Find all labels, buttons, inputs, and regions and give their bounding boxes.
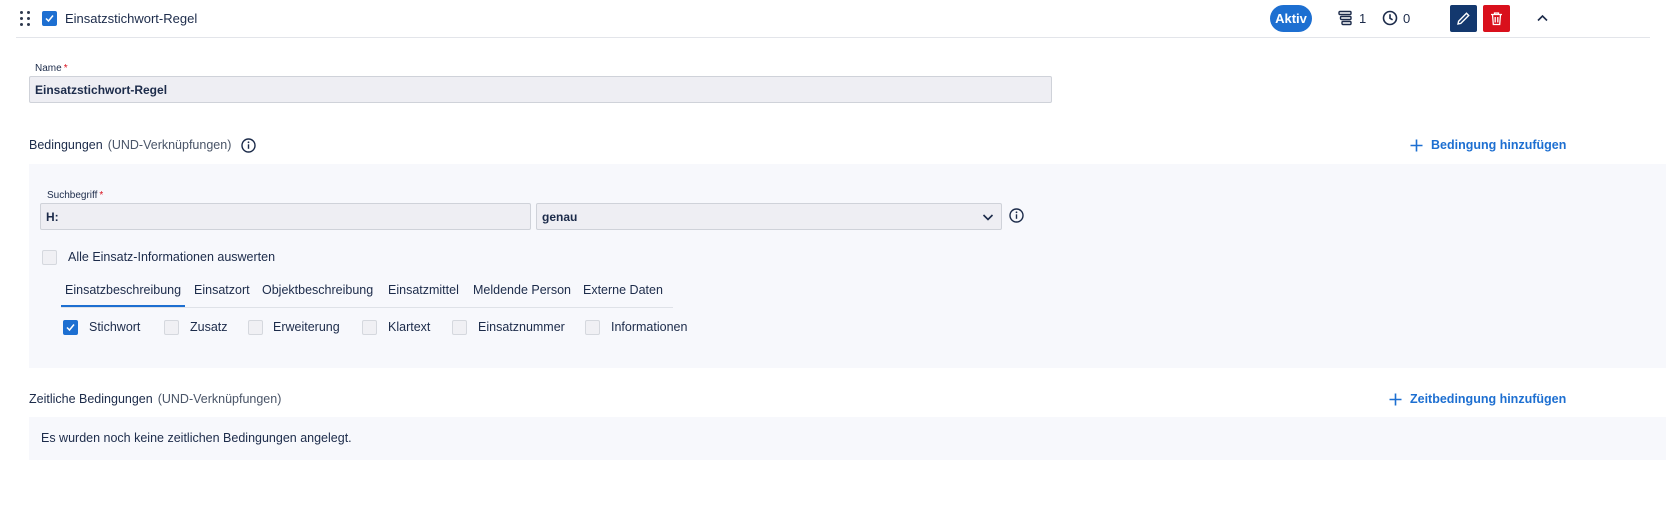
option-stichwort-label: Stichwort [89, 320, 141, 334]
option-informationen-checkbox[interactable] [585, 320, 600, 335]
plus-icon [1410, 139, 1423, 152]
pencil-icon [1457, 12, 1470, 25]
option-erweiterung-checkbox[interactable] [248, 320, 263, 335]
chevron-up-icon[interactable] [1536, 12, 1549, 25]
tabs-divider [61, 307, 673, 308]
tab-meldende-person[interactable]: Meldende Person [473, 283, 571, 297]
option-zusatz-checkbox[interactable] [164, 320, 179, 335]
info-icon[interactable] [1009, 208, 1024, 223]
option-erweiterung-label: Erweiterung [273, 320, 340, 334]
evaluate-all-label: Alle Einsatz-Informationen auswerten [68, 250, 276, 264]
status-badge: Aktiv [1270, 5, 1312, 32]
option-klartext-checkbox[interactable] [362, 320, 377, 335]
drag-handle-icon[interactable] [20, 11, 32, 27]
option-informationen-label: Informationen [611, 320, 688, 334]
option-stichwort-checkbox[interactable] [63, 320, 78, 335]
evaluate-all-checkbox[interactable] [42, 250, 57, 265]
option-zusatz-label: Zusatz [190, 320, 228, 334]
tab-einsatzbeschreibung[interactable]: Einsatzbeschreibung [65, 283, 181, 297]
conditions-title: Bedingungen (UND-Verknüpfungen) [29, 138, 232, 152]
name-input[interactable]: Einsatzstichwort-Regel [29, 76, 1052, 103]
rule-title: Einsatzstichwort-Regel [65, 11, 198, 26]
add-condition-button[interactable]: Bedingung hinzufügen [1410, 138, 1566, 152]
time-conditions-empty-message: Es wurden noch keine zeitlichen Bedingun… [41, 431, 352, 445]
time-conditions-title: Zeitliche Bedingungen (UND-Verknüpfungen) [29, 392, 282, 406]
search-term-input[interactable]: H: [40, 203, 531, 230]
plus-icon [1389, 393, 1402, 406]
option-einsatznummer-label: Einsatznummer [478, 320, 565, 334]
info-icon[interactable] [241, 138, 256, 153]
chevron-down-icon [982, 214, 994, 221]
layers-count: 1 [1359, 11, 1367, 26]
rule-enabled-checkbox[interactable] [42, 11, 57, 26]
clock-icon [1382, 10, 1398, 26]
edit-button[interactable] [1450, 5, 1477, 32]
active-tab-indicator [61, 305, 185, 307]
rule-header: Einsatzstichwort-Regel Aktiv 1 0 [0, 0, 1666, 38]
add-time-condition-button[interactable]: Zeitbedingung hinzufügen [1389, 392, 1566, 406]
match-mode-value: genau [542, 210, 578, 224]
name-label: Name * [35, 63, 68, 74]
header-divider [16, 37, 1650, 38]
search-term-label: Suchbegriff * [47, 190, 104, 201]
option-klartext-label: Klartext [388, 320, 431, 334]
layers-icon [1338, 10, 1352, 26]
conditions-panel [29, 164, 1666, 368]
delete-button[interactable] [1483, 5, 1510, 32]
trash-icon [1491, 12, 1502, 26]
tab-einsatzort[interactable]: Einsatzort [194, 283, 250, 297]
clock-count: 0 [1403, 11, 1411, 26]
match-mode-select[interactable]: genau [536, 203, 1002, 230]
option-einsatznummer-checkbox[interactable] [452, 320, 467, 335]
tab-externe-daten[interactable]: Externe Daten [583, 283, 663, 297]
tab-einsatzmittel[interactable]: Einsatzmittel [388, 283, 459, 297]
tab-objektbeschreibung[interactable]: Objektbeschreibung [262, 283, 373, 297]
